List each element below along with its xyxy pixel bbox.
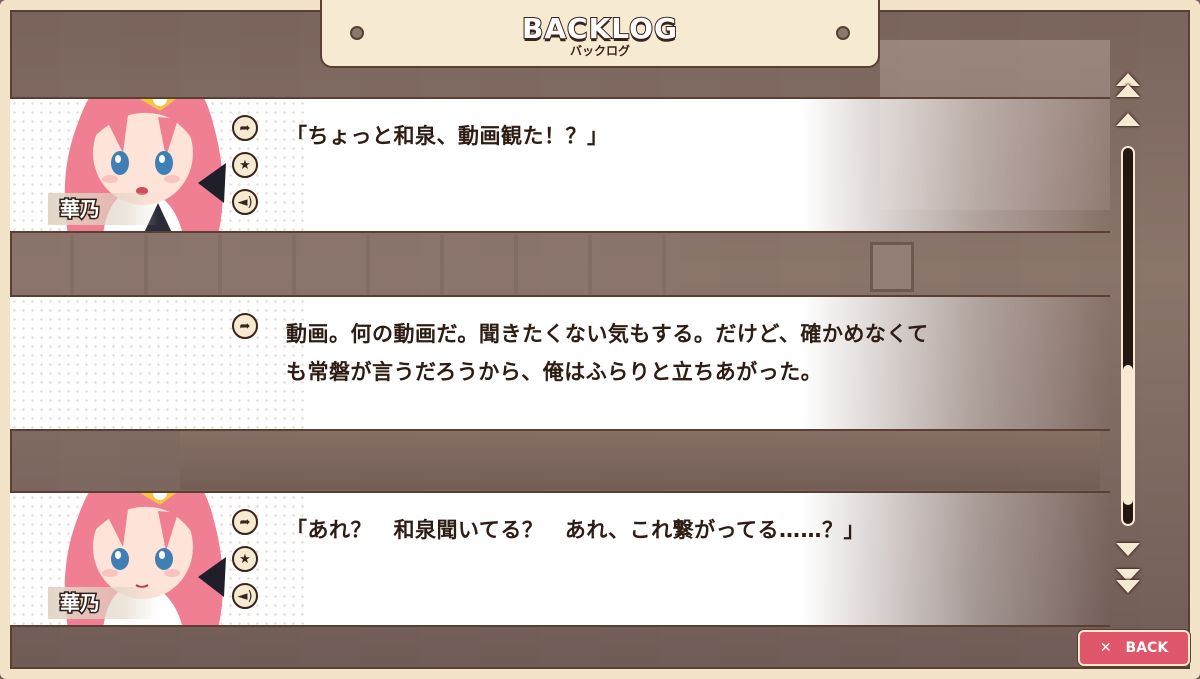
star-icon[interactable]: ★ bbox=[232, 152, 258, 178]
back-button-label: BACK bbox=[1125, 640, 1169, 656]
backlog-title-plate: BACKLOG バックログ bbox=[320, 0, 880, 68]
background-picture-frame bbox=[870, 242, 914, 292]
entry-actions: ➦ ★ ◄) bbox=[232, 115, 258, 215]
page-subtitle: バックログ bbox=[569, 44, 630, 58]
dot-pattern bbox=[10, 297, 310, 429]
narration-text: 動画。何の動画だ。聞きたくない気もする。だけど、確かめなくても常磐が言うだろうか… bbox=[286, 322, 929, 384]
entry-actions: ➦ ★ ◄) bbox=[232, 509, 258, 609]
scroll-bottom-button[interactable] bbox=[1113, 569, 1143, 593]
speaker-name: 華乃 bbox=[48, 193, 158, 225]
character-portrait: 華乃 bbox=[48, 493, 228, 625]
background-table bbox=[180, 430, 1100, 490]
scroll-up-button[interactable] bbox=[1113, 108, 1143, 130]
up-arrow-icon bbox=[1116, 112, 1140, 126]
double-up-arrow-icon-lower bbox=[1116, 84, 1140, 97]
scroll-controls bbox=[1110, 68, 1146, 608]
scroll-top-button[interactable] bbox=[1113, 73, 1143, 97]
voice-icon[interactable]: ◄) bbox=[232, 189, 258, 215]
scrollbar-thumb[interactable] bbox=[1123, 365, 1133, 505]
down-arrow-icon bbox=[1116, 542, 1140, 556]
close-icon: ✕ bbox=[1099, 640, 1112, 656]
character-portrait: 華乃 bbox=[48, 99, 228, 231]
entry-actions: ➦ bbox=[232, 313, 258, 339]
page-title: BACKLOG bbox=[521, 12, 678, 45]
jump-icon[interactable]: ➦ bbox=[232, 509, 258, 535]
scrollbar-track[interactable] bbox=[1121, 146, 1135, 526]
double-down-arrow-icon-lower bbox=[1116, 580, 1140, 593]
log-entry: ➦ 動画。何の動画だ。聞きたくない気もする。だけど、確かめなくても常磐が言うだろ… bbox=[10, 295, 1110, 431]
voice-icon[interactable]: ◄) bbox=[232, 583, 258, 609]
log-entry: 華乃 ➦ ★ ◄) 「ちょっと和泉、動画観た！？」 bbox=[10, 97, 1110, 233]
speaker-name: 華乃 bbox=[48, 587, 158, 619]
dialogue-text: 「あれ？ 和泉聞いてる？ あれ、これ繋がってる……？」 bbox=[286, 518, 866, 542]
log-entry: 華乃 ➦ ★ ◄) 「あれ？ 和泉聞いてる？ あれ、これ繋がってる……？」 bbox=[10, 491, 1110, 627]
back-button[interactable]: ✕ BACK bbox=[1078, 630, 1190, 666]
rivet-icon bbox=[350, 26, 364, 40]
dialogue-text: 「ちょっと和泉、動画観た！？」 bbox=[286, 124, 609, 148]
scroll-down-button[interactable] bbox=[1113, 538, 1143, 560]
jump-icon[interactable]: ➦ bbox=[232, 313, 258, 339]
jump-icon[interactable]: ➦ bbox=[232, 115, 258, 141]
rivet-icon bbox=[836, 26, 850, 40]
background-wall bbox=[0, 235, 680, 295]
star-icon[interactable]: ★ bbox=[232, 546, 258, 572]
